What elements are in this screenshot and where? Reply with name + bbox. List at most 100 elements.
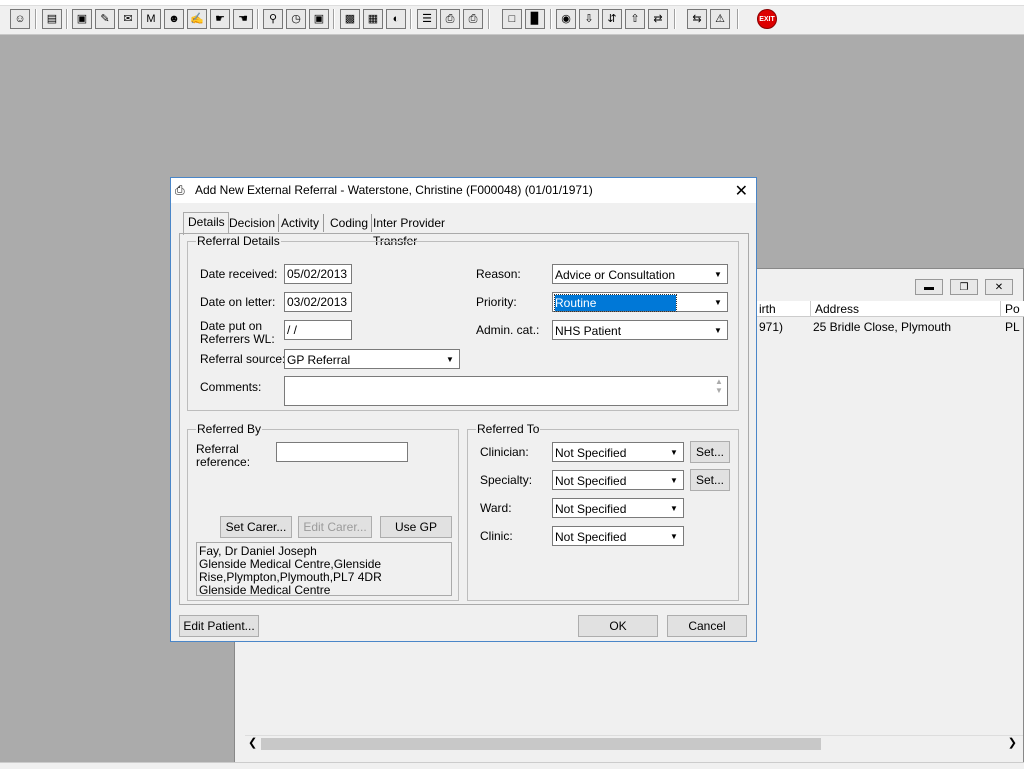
- menu-strip: [0, 0, 1024, 6]
- book-icon[interactable]: ▣: [72, 9, 92, 29]
- chart-board-icon[interactable]: ▦: [363, 9, 383, 29]
- chevron-down-icon[interactable]: ▼: [666, 444, 682, 460]
- clock-icon[interactable]: ◷: [286, 9, 306, 29]
- patient-list-icon[interactable]: ▤: [42, 9, 62, 29]
- chevron-down-icon[interactable]: ▼: [442, 351, 458, 367]
- tab-decision[interactable]: Decision: [225, 214, 279, 232]
- exit-icon[interactable]: EXIT: [757, 9, 777, 29]
- admin-cat-value: NHS Patient: [555, 324, 622, 338]
- chevron-down-icon[interactable]: ▼: [710, 322, 726, 338]
- column-header-address[interactable]: Address: [811, 301, 1001, 317]
- referral-reference-label-2: reference:: [196, 455, 251, 469]
- scroll-thumb[interactable]: [261, 738, 821, 750]
- dialog-title: Add New External Referral - Waterstone, …: [195, 183, 593, 197]
- swap-icon[interactable]: ⇆: [687, 9, 707, 29]
- tab-activity[interactable]: Activity: [277, 214, 324, 232]
- printer-icon[interactable]: ⎙: [440, 9, 460, 29]
- tab-details[interactable]: Details: [183, 212, 229, 235]
- tab-inter-provider-transfer[interactable]: Inter Provider Transfer: [369, 214, 487, 248]
- set-specialty-button[interactable]: Set...: [690, 469, 730, 491]
- group-legend: Referred By: [196, 422, 263, 436]
- ok-button[interactable]: OK: [578, 615, 658, 637]
- close-icon[interactable]: ✕: [735, 181, 748, 201]
- letters-icon[interactable]: ✉: [118, 9, 138, 29]
- set-carer-button[interactable]: Set Carer...: [220, 516, 292, 538]
- close-icon[interactable]: ✕: [985, 279, 1013, 295]
- printer-alt-icon[interactable]: ⎙: [463, 9, 483, 29]
- toolbar-separator: [257, 9, 259, 29]
- user-icon[interactable]: ☻: [164, 9, 184, 29]
- warning-icon[interactable]: ⚠: [710, 9, 730, 29]
- date-put-field[interactable]: / /: [284, 320, 352, 340]
- cell-postcode[interactable]: PL: [1005, 320, 1020, 334]
- upload-icon[interactable]: ⇧: [625, 9, 645, 29]
- date-on-letter-field[interactable]: 03/02/2013: [284, 292, 352, 312]
- referral-source-value: GP Referral: [287, 353, 351, 367]
- minimize-icon[interactable]: ▬: [915, 279, 943, 295]
- chevron-down-icon[interactable]: ▼: [666, 528, 682, 544]
- edit-patient-button[interactable]: Edit Patient...: [179, 615, 259, 637]
- priority-combo[interactable]: Routine ▼: [552, 292, 728, 312]
- monitor-search-icon[interactable]: ⚲: [263, 9, 283, 29]
- set-clinician-button[interactable]: Set...: [690, 441, 730, 463]
- transfer-icon[interactable]: ⇵: [602, 9, 622, 29]
- clipboard-edit-icon[interactable]: ✎: [95, 9, 115, 29]
- mail-merge-icon[interactable]: M: [141, 9, 161, 29]
- screen-icon[interactable]: ▣: [309, 9, 329, 29]
- clinician-combo[interactable]: Not Specified ▼: [552, 442, 684, 462]
- reason-label: Reason:: [476, 267, 521, 281]
- clinic-combo[interactable]: Not Specified ▼: [552, 526, 684, 546]
- date-put-label-2: Referrers WL:: [200, 332, 275, 346]
- restore-icon[interactable]: ❐: [950, 279, 978, 295]
- reason-combo[interactable]: Advice or Consultation ▼: [552, 264, 728, 284]
- swap-icon[interactable]: ⇄: [648, 9, 668, 29]
- use-gp-button[interactable]: Use GP: [380, 516, 452, 538]
- cancel-label: Cancel: [688, 619, 726, 633]
- bar-chart-icon[interactable]: ▉: [525, 9, 545, 29]
- cell-address[interactable]: 25 Bridle Close, Plymouth: [813, 320, 951, 334]
- scroll-left-icon[interactable]: ❮: [248, 736, 257, 749]
- column-header-postcode[interactable]: Po: [1001, 301, 1024, 317]
- chevron-down-icon[interactable]: ▼: [666, 500, 682, 516]
- download-icon[interactable]: ⇩: [579, 9, 599, 29]
- horizontal-scrollbar[interactable]: ❮ ❯: [245, 735, 1023, 752]
- scroll-right-icon[interactable]: ❯: [1008, 736, 1017, 749]
- presentation-icon[interactable]: ▩: [340, 9, 360, 29]
- printer-icon: ⎙: [175, 183, 185, 197]
- edit-carer-button[interactable]: Edit Carer...: [298, 516, 372, 538]
- ward-value: Not Specified: [555, 502, 627, 516]
- document-list-icon[interactable]: ☰: [417, 9, 437, 29]
- page-icon[interactable]: □: [502, 9, 522, 29]
- hands-icon[interactable]: ☛: [210, 9, 230, 29]
- edit-carer-label: Edit Carer...: [303, 520, 367, 534]
- referral-details-group: Referral Details Date received: 05/02/20…: [187, 234, 739, 411]
- referral-source-label: Referral source:: [200, 352, 286, 366]
- patient-search-icon[interactable]: ☺: [10, 9, 30, 29]
- notes-icon[interactable]: ✍: [187, 9, 207, 29]
- comments-textarea[interactable]: ▲ ▼: [284, 376, 728, 406]
- toolbar-separator: [674, 9, 676, 29]
- chevron-down-icon[interactable]: ▼: [666, 472, 682, 488]
- chevron-down-icon[interactable]: ▼: [710, 294, 726, 310]
- toolbar-separator: [35, 9, 37, 29]
- referral-reference-field[interactable]: [276, 442, 408, 462]
- set-carer-label: Set Carer...: [225, 520, 287, 534]
- specialty-combo[interactable]: Not Specified ▼: [552, 470, 684, 490]
- admin-cat-label: Admin. cat.:: [476, 323, 540, 337]
- admin-cat-combo[interactable]: NHS Patient ▼: [552, 320, 728, 340]
- date-received-field[interactable]: 05/02/2013: [284, 264, 352, 284]
- referral-source-combo[interactable]: GP Referral ▼: [284, 349, 460, 369]
- column-header-birth[interactable]: irth: [755, 301, 811, 317]
- globe-icon[interactable]: ◉: [556, 9, 576, 29]
- cancel-button[interactable]: Cancel: [667, 615, 747, 637]
- comments-scrollbar[interactable]: ▲ ▼: [711, 377, 727, 405]
- ok-label: OK: [609, 619, 627, 633]
- gauge-icon[interactable]: ◐: [386, 9, 406, 29]
- chevron-down-icon[interactable]: ▼: [710, 266, 726, 282]
- toolbar-separator: [550, 9, 552, 29]
- add-referral-dialog: ⎙ Add New External Referral - Waterstone…: [170, 177, 757, 642]
- hands-alt-icon[interactable]: ☚: [233, 9, 253, 29]
- tab-coding[interactable]: Coding: [326, 214, 372, 232]
- ward-combo[interactable]: Not Specified ▼: [552, 498, 684, 518]
- cell-birth[interactable]: 971): [759, 320, 783, 334]
